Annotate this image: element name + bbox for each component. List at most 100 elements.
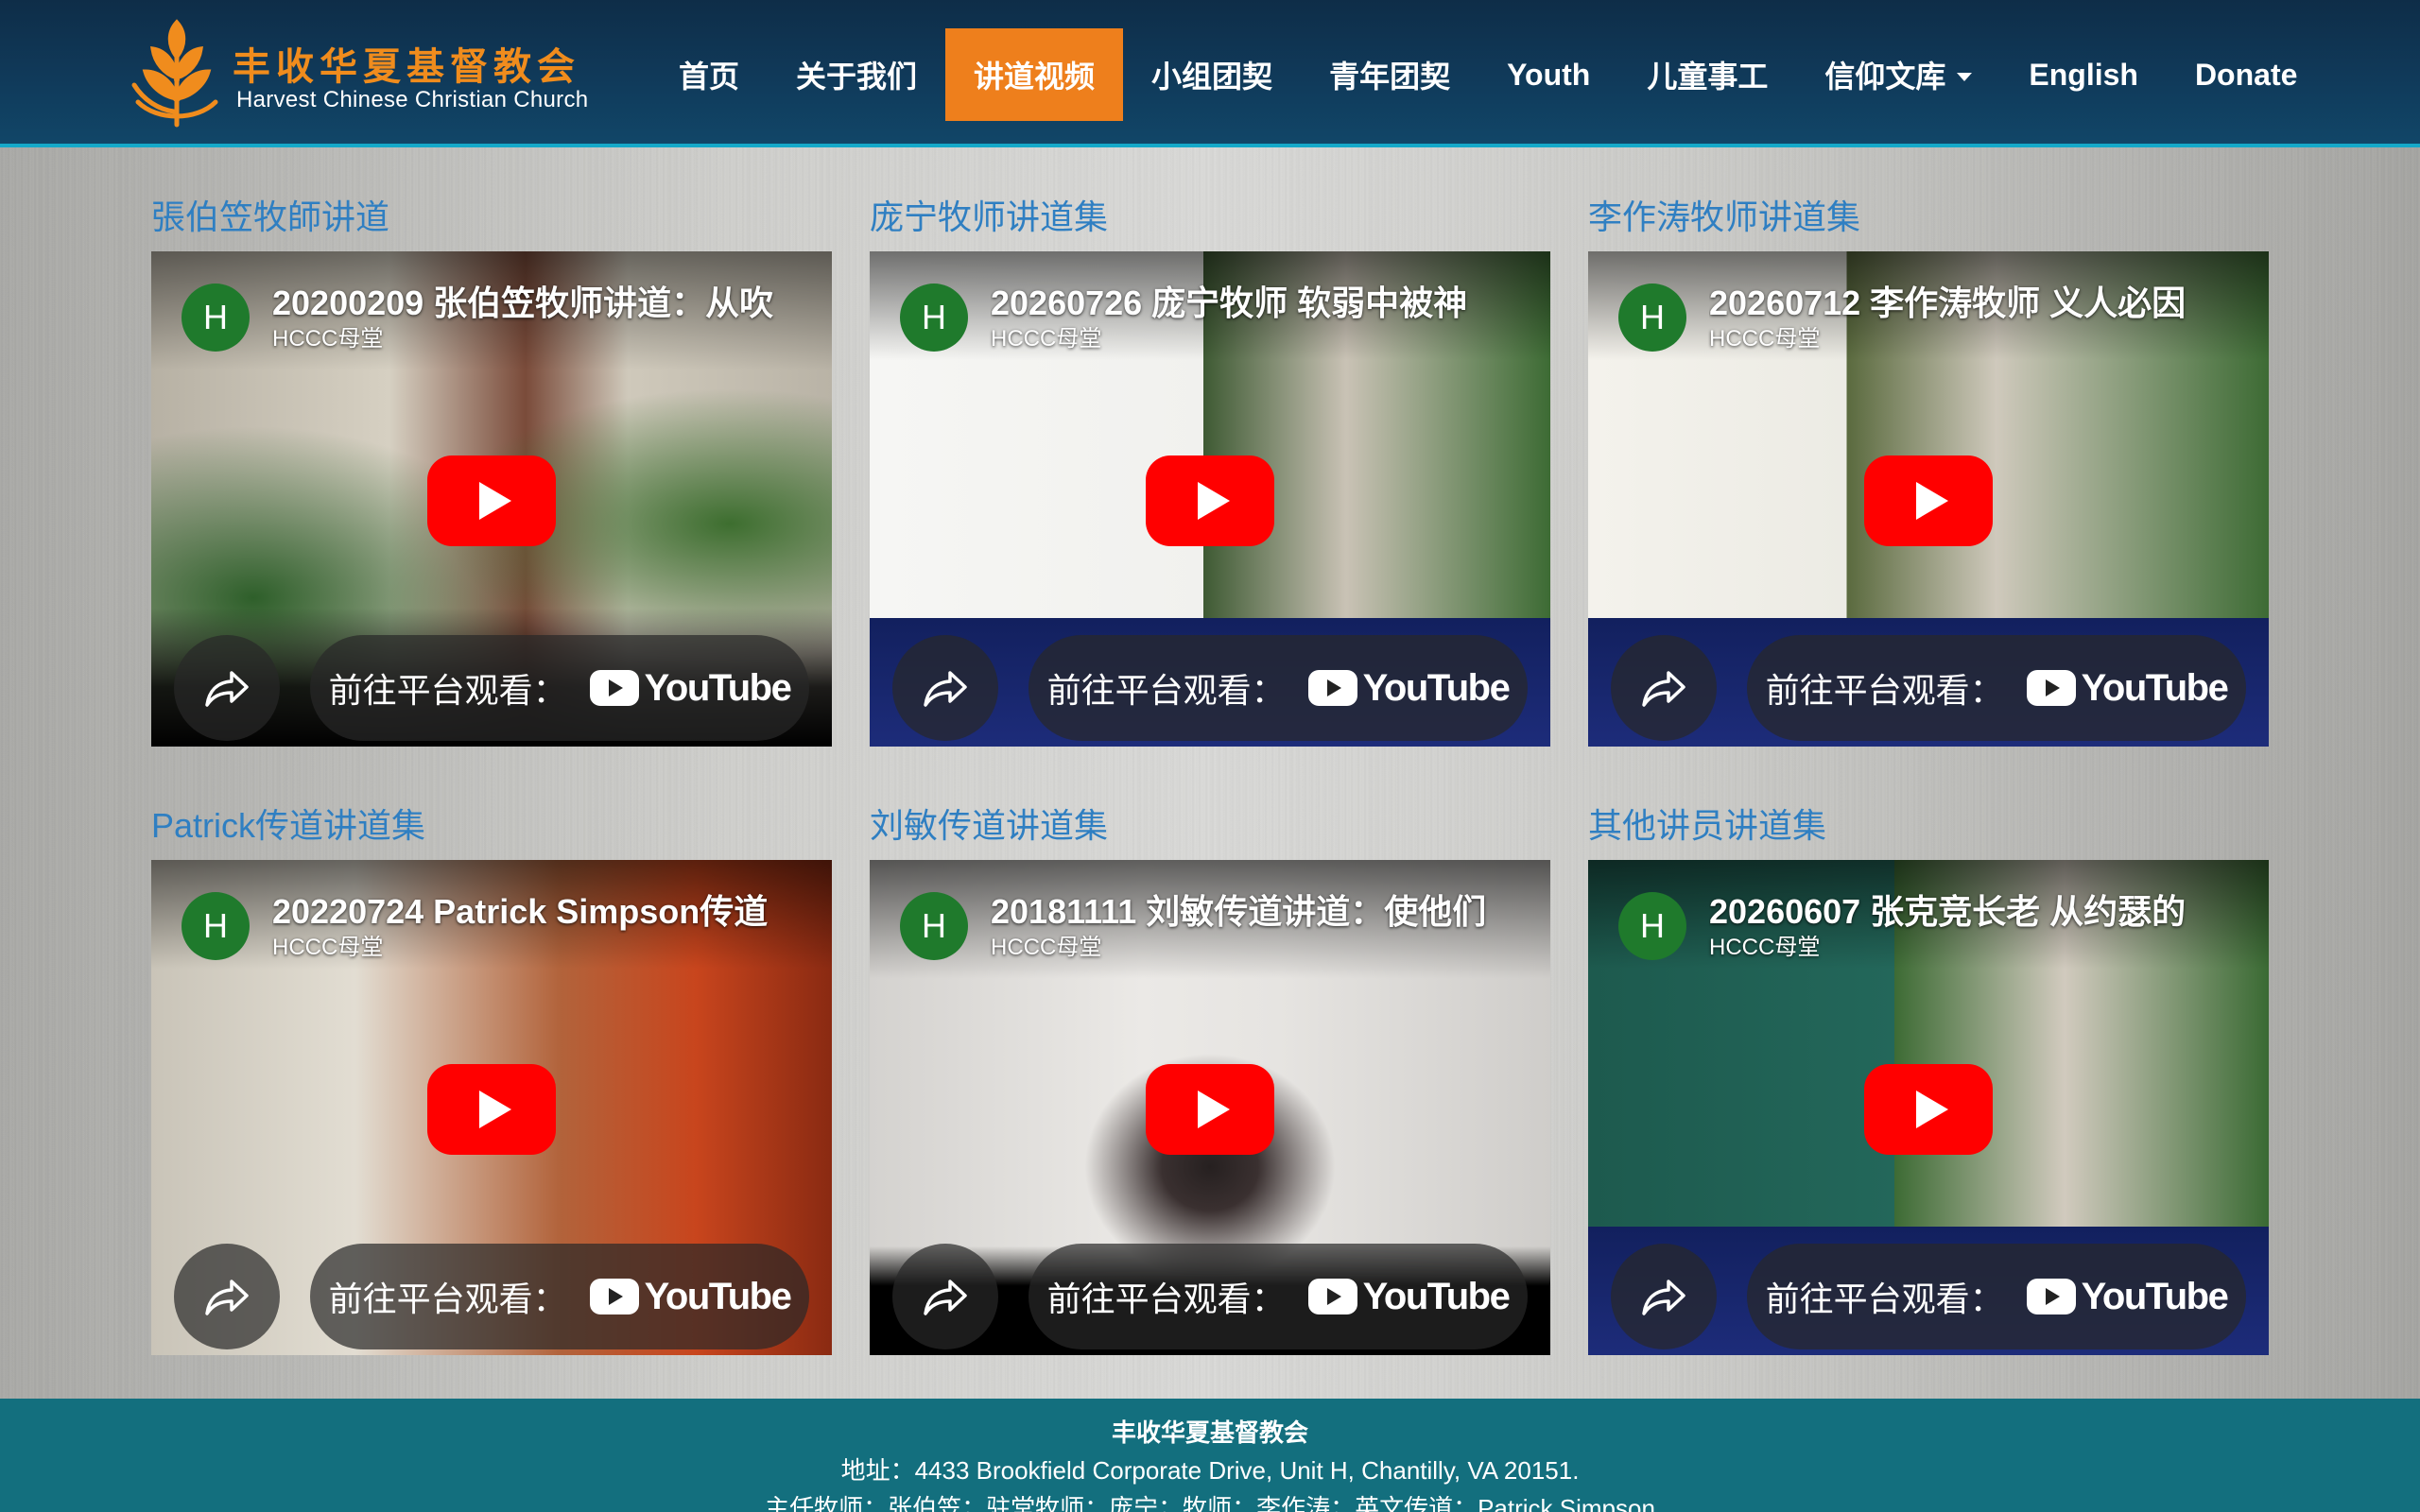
logo-chinese-name: 丰收华夏基督教会 — [233, 44, 580, 89]
section-title: 張伯笠牧師讲道 — [151, 198, 390, 236]
share-button[interactable] — [892, 1244, 998, 1349]
video-channel[interactable]: HCCC母堂 — [1709, 928, 1820, 961]
sermon-section: 刘敏传道讲道集 H 20181111 刘敏传道讲道：使他们 HCCC母堂 前往平… — [870, 799, 1550, 1355]
footer-address: 地址：4433 Brookfield Corporate Drive, Unit… — [840, 1456, 1580, 1485]
channel-avatar[interactable]: H — [1618, 284, 1686, 352]
share-button[interactable] — [1611, 1244, 1717, 1349]
watch-label: 前往平台观看： — [328, 671, 567, 710]
sermon-section: 張伯笠牧師讲道 H 20200209 张伯笠牧师讲道：从吹 HCCC母堂 前往平… — [151, 191, 832, 747]
channel-avatar[interactable]: H — [900, 892, 968, 960]
youtube-logo: YouTube — [2026, 667, 2229, 710]
video-player[interactable]: H 20200209 张伯笠牧师讲道：从吹 HCCC母堂 前往平台观看： You… — [151, 251, 832, 747]
video-title[interactable]: 20220724 Patrick Simpson传道 — [272, 885, 811, 934]
share-icon — [205, 1280, 249, 1315]
nav-label: English — [2029, 57, 2138, 92]
nav-label: 信仰文库 — [1824, 60, 1946, 94]
sermon-section: 庞宁牧师讲道集 H 20260726 庞宁牧师 软弱中被神 HCCC母堂 前往平… — [870, 191, 1550, 747]
channel-avatar[interactable]: H — [1618, 892, 1686, 960]
sermon-section: 李作涛牧师讲道集 H 20260712 李作涛牧师 义人必因 HCCC母堂 前往… — [1588, 191, 2269, 747]
youtube-wordmark: YouTube — [2081, 1275, 2229, 1317]
watch-label: 前往平台观看： — [1046, 671, 1286, 710]
main-nav: 首页 关于我们 讲道视频 小组团契 青年团契 Youth 儿童事工 信仰文库 E… — [650, 28, 2325, 121]
youtube-logo: YouTube — [589, 1275, 792, 1318]
video-channel[interactable]: HCCC母堂 — [1709, 319, 1820, 352]
nav-item-donate[interactable]: Donate — [2167, 28, 2325, 121]
nav-item-english[interactable]: English — [2000, 28, 2167, 121]
play-icon — [479, 1091, 511, 1128]
play-icon — [1198, 1091, 1230, 1128]
watch-label: 前往平台观看： — [1765, 671, 2004, 710]
watch-on-youtube-button[interactable]: 前往平台观看： YouTube — [1747, 635, 2246, 741]
play-icon — [1916, 482, 1948, 520]
share-button[interactable] — [174, 1244, 280, 1349]
nav-item-home[interactable]: 首页 — [650, 28, 768, 121]
video-player[interactable]: H 20260607 张克竞长老 从约瑟的 HCCC母堂 前往平台观看： You… — [1588, 860, 2269, 1355]
play-button[interactable] — [427, 455, 556, 546]
nav-label: 讲道视频 — [974, 60, 1096, 94]
youtube-logo: YouTube — [589, 666, 792, 710]
video-channel[interactable]: HCCC母堂 — [991, 928, 1101, 961]
section-title: 其他讲员讲道集 — [1588, 806, 1827, 845]
youtube-logo: YouTube — [2026, 1275, 2229, 1318]
video-channel[interactable]: HCCC母堂 — [272, 928, 383, 961]
church-logo[interactable]: 丰收华夏基督教会 Harvest Chinese Christian Churc… — [130, 19, 613, 129]
channel-avatar[interactable]: H — [182, 892, 250, 960]
footer-staff: 主任牧师：张伯笠；驻堂牧师：庞宁；牧师：李作涛；英文传道：Patrick Sim… — [765, 1494, 1655, 1512]
share-icon — [1642, 1280, 1685, 1315]
nav-label: Youth — [1507, 57, 1591, 92]
nav-label: Donate — [2194, 57, 2298, 92]
share-button[interactable] — [892, 635, 998, 741]
watch-on-youtube-button[interactable]: 前往平台观看： YouTube — [310, 1244, 809, 1349]
nav-item-about[interactable]: 关于我们 — [768, 28, 945, 121]
watch-on-youtube-button[interactable]: 前往平台观看： YouTube — [1028, 635, 1528, 741]
youtube-wordmark: YouTube — [644, 666, 792, 709]
video-title[interactable]: 20200209 张伯笠牧师讲道：从吹 — [272, 276, 811, 325]
sermon-section: 其他讲员讲道集 H 20260607 张克竞长老 从约瑟的 HCCC母堂 前往平… — [1588, 799, 2269, 1355]
nav-label: 小组团契 — [1151, 60, 1273, 94]
youtube-logo: YouTube — [1307, 667, 1511, 710]
video-channel[interactable]: HCCC母堂 — [272, 319, 383, 352]
site-header: 丰收华夏基督教会 Harvest Chinese Christian Churc… — [0, 0, 2420, 147]
channel-avatar[interactable]: H — [182, 284, 250, 352]
video-player[interactable]: H 20260712 李作涛牧师 义人必因 HCCC母堂 前往平台观看： You… — [1588, 251, 2269, 747]
nav-item-young-adults[interactable]: 青年团契 — [1301, 28, 1478, 121]
play-button[interactable] — [1146, 455, 1274, 546]
video-channel[interactable]: HCCC母堂 — [991, 319, 1101, 352]
caret-down-icon — [1957, 72, 1973, 81]
footer-org-name: 丰收华夏基督教会 — [1111, 1418, 1308, 1447]
nav-item-sermon-videos[interactable]: 讲道视频 — [945, 28, 1124, 121]
video-title[interactable]: 20260712 李作涛牧师 义人必因 — [1709, 276, 2248, 325]
nav-item-small-groups[interactable]: 小组团契 — [1123, 28, 1301, 121]
video-title[interactable]: 20181111 刘敏传道讲道：使他们 — [991, 885, 1530, 934]
play-button[interactable] — [1864, 1064, 1993, 1155]
share-button[interactable] — [1611, 635, 1717, 741]
video-player[interactable]: H 20181111 刘敏传道讲道：使他们 HCCC母堂 前往平台观看： You… — [870, 860, 1550, 1355]
nav-item-library[interactable]: 信仰文库 — [1796, 28, 2000, 121]
video-title[interactable]: 20260607 张克竞长老 从约瑟的 — [1709, 885, 2248, 934]
video-player[interactable]: H 20220724 Patrick Simpson传道 HCCC母堂 前往平台… — [151, 860, 832, 1355]
youtube-icon — [589, 670, 639, 706]
nav-item-youth[interactable]: Youth — [1478, 28, 1618, 121]
youtube-wordmark: YouTube — [644, 1275, 792, 1317]
youtube-logo: YouTube — [1307, 1276, 1511, 1318]
nav-label: 首页 — [679, 60, 740, 94]
watch-on-youtube-button[interactable]: 前往平台观看： YouTube — [1747, 1244, 2246, 1349]
play-button[interactable] — [427, 1064, 556, 1155]
youtube-icon — [1307, 670, 1357, 706]
play-button[interactable] — [1864, 455, 1993, 546]
nav-item-children[interactable]: 儿童事工 — [1618, 28, 1796, 121]
watch-on-youtube-button[interactable]: 前往平台观看： YouTube — [1028, 1244, 1528, 1349]
video-player[interactable]: H 20260726 庞宁牧师 软弱中被神 HCCC母堂 前往平台观看： You… — [870, 251, 1550, 747]
youtube-icon — [2026, 1279, 2076, 1314]
youtube-icon — [1307, 1279, 1357, 1314]
channel-avatar[interactable]: H — [900, 284, 968, 352]
watch-on-youtube-button[interactable]: 前往平台观看： YouTube — [310, 635, 809, 741]
video-title[interactable]: 20260726 庞宁牧师 软弱中被神 — [991, 276, 1530, 325]
play-icon — [1198, 482, 1230, 520]
youtube-icon — [589, 1279, 639, 1314]
sermon-section: Patrick传道讲道集 H 20220724 Patrick Simpson传… — [151, 799, 832, 1355]
share-icon — [924, 671, 967, 707]
play-button[interactable] — [1146, 1064, 1274, 1155]
section-title: 李作涛牧师讲道集 — [1588, 198, 1861, 236]
share-button[interactable] — [174, 635, 280, 741]
